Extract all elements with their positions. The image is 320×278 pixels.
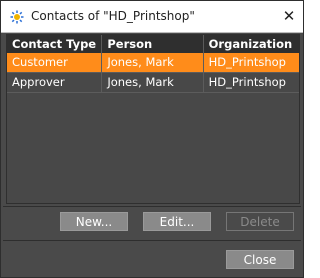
cell-organization: HD_Printshop xyxy=(208,55,286,69)
column-header-contact-type[interactable]: Contact Type xyxy=(7,35,103,53)
close-icon[interactable]: ✕ xyxy=(281,8,297,24)
delete-button[interactable]: Delete xyxy=(226,212,294,231)
window-title: Contacts of "HD_Printshop" xyxy=(31,9,195,23)
table-header: Contact Type Person Organization xyxy=(7,35,299,53)
column-header-person[interactable]: Person xyxy=(102,35,204,53)
divider xyxy=(3,240,301,241)
close-button[interactable]: Close xyxy=(226,250,294,269)
cell-contact-type: Approver xyxy=(7,73,103,92)
edit-button[interactable]: Edit... xyxy=(143,212,211,231)
cell-person: Jones, Mark xyxy=(102,73,204,92)
contacts-dialog: Contacts of "HD_Printshop" ✕ Contact Typ… xyxy=(0,0,304,278)
new-button[interactable]: New... xyxy=(60,212,128,231)
divider xyxy=(3,206,301,207)
table-row[interactable]: Customer Jones, Mark HD_Printshop xyxy=(7,53,299,73)
table-row[interactable]: Approver Jones, Mark HD_Printshop xyxy=(7,73,299,93)
cell-person: Jones, Mark xyxy=(102,53,204,72)
cell-contact-type: Customer xyxy=(7,53,103,72)
title-bar[interactable]: Contacts of "HD_Printshop" ✕ xyxy=(1,1,303,33)
app-icon xyxy=(10,10,24,24)
cell-organization: HD_Printshop xyxy=(208,75,286,89)
contacts-table: Contact Type Person Organization Custome… xyxy=(6,34,300,204)
column-header-organization[interactable]: Organization xyxy=(204,35,299,53)
